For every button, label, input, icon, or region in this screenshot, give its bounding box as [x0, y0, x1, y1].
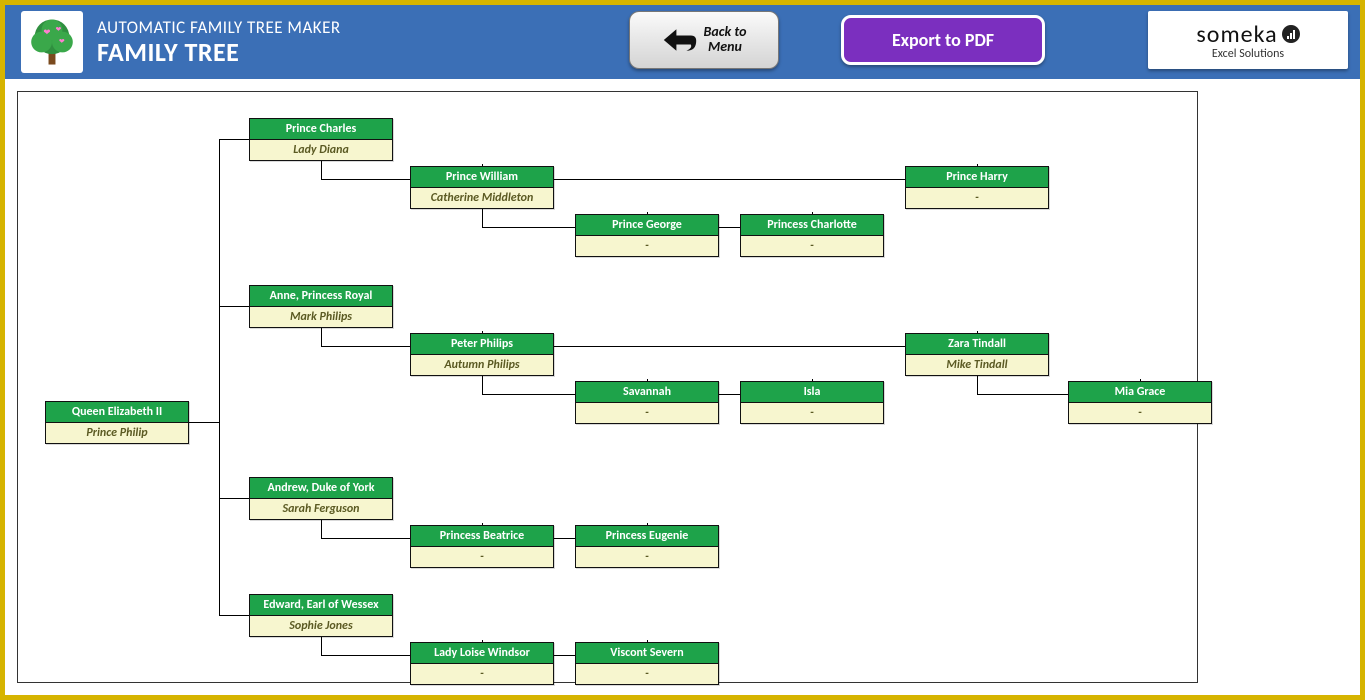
node-primary: Isla — [741, 382, 883, 402]
node-harry[interactable]: Prince Harry - — [905, 166, 1049, 209]
connector — [321, 159, 322, 179]
node-primary: Mia Grace — [1069, 382, 1211, 402]
node-charlotte[interactable]: Princess Charlotte - — [740, 214, 884, 257]
node-edward[interactable]: Edward, Earl of Wessex Sophie Jones — [249, 594, 393, 637]
node-primary: Prince Charles — [250, 119, 392, 139]
connector — [219, 306, 249, 307]
connector — [321, 326, 322, 346]
node-isla[interactable]: Isla - — [740, 381, 884, 424]
back-to-menu-button[interactable]: Back to Menu — [629, 11, 779, 69]
connector — [219, 139, 249, 140]
svg-text:❤: ❤ — [59, 37, 65, 46]
node-secondary: - — [411, 546, 553, 567]
node-anne[interactable]: Anne, Princess Royal Mark Philips — [249, 285, 393, 328]
brand-name-text: someka — [1196, 20, 1277, 49]
node-william[interactable]: Prince William Catherine Middleton — [410, 166, 554, 209]
brand-subtitle: Excel Solutions — [1212, 47, 1284, 61]
node-beatrice[interactable]: Princess Beatrice - — [410, 525, 554, 568]
canvas-wrap: Queen Elizabeth II Prince Philip Prince … — [17, 91, 1348, 683]
export-pdf-button[interactable]: Export to PDF — [841, 15, 1045, 65]
connector — [482, 207, 483, 227]
node-secondary: - — [576, 402, 718, 423]
brand-dot-icon — [1282, 25, 1300, 43]
tree-canvas: Queen Elizabeth II Prince Philip Prince … — [17, 91, 1348, 683]
node-primary: Viscont Severn — [576, 643, 718, 663]
node-viscont[interactable]: Viscont Severn - — [575, 642, 719, 685]
node-root[interactable]: Queen Elizabeth II Prince Philip — [45, 401, 189, 444]
node-primary: Queen Elizabeth II — [46, 402, 188, 422]
connector — [321, 635, 322, 655]
node-primary: Edward, Earl of Wessex — [250, 595, 392, 615]
node-charles[interactable]: Prince Charles Lady Diana — [249, 118, 393, 161]
node-secondary: - — [1069, 402, 1211, 423]
node-secondary: - — [741, 235, 883, 256]
node-secondary: Autumn Philips — [411, 354, 553, 375]
node-peter[interactable]: Peter Philips Autumn Philips — [410, 333, 554, 376]
node-primary: Princess Charlotte — [741, 215, 883, 235]
node-secondary: - — [411, 663, 553, 684]
app-logo-tile: ❤ ❤ ❤ — [21, 11, 83, 73]
node-primary: Zara Tindall — [906, 334, 1048, 354]
node-secondary: - — [576, 663, 718, 684]
brand-logo-tile: someka Excel Solutions — [1148, 11, 1348, 69]
node-primary: Princess Beatrice — [411, 526, 553, 546]
connector — [189, 422, 219, 423]
node-primary: Savannah — [576, 382, 718, 402]
node-secondary: Mark Philips — [250, 306, 392, 327]
export-button-label: Export to PDF — [892, 29, 994, 51]
node-secondary: Lady Diana — [250, 139, 392, 160]
node-secondary: Catherine Middleton — [411, 187, 553, 208]
node-primary: Prince Harry — [906, 167, 1048, 187]
node-primary: Andrew, Duke of York — [250, 478, 392, 498]
header-bar: ❤ ❤ ❤ AUTOMATIC FAMILY TREE MAKER FAMILY… — [5, 5, 1360, 79]
node-secondary: - — [576, 546, 718, 567]
node-savannah[interactable]: Savannah - — [575, 381, 719, 424]
node-secondary: - — [576, 235, 718, 256]
node-eugenie[interactable]: Princess Eugenie - — [575, 525, 719, 568]
brand-name-row: someka — [1196, 20, 1299, 49]
connector — [219, 498, 249, 499]
connector — [482, 374, 483, 394]
node-zara[interactable]: Zara Tindall Mike Tindall — [905, 333, 1049, 376]
node-primary: Peter Philips — [411, 334, 553, 354]
connector — [977, 374, 978, 394]
node-secondary: - — [741, 402, 883, 423]
node-primary: Princess Eugenie — [576, 526, 718, 546]
node-secondary: - — [906, 187, 1048, 208]
back-button-label: Back to Menu — [704, 25, 747, 54]
node-secondary: Sarah Ferguson — [250, 498, 392, 519]
svg-text:❤: ❤ — [43, 28, 51, 38]
svg-text:❤: ❤ — [55, 25, 61, 34]
header-title: FAMILY TREE — [97, 36, 341, 68]
app-frame: ❤ ❤ ❤ AUTOMATIC FAMILY TREE MAKER FAMILY… — [0, 0, 1365, 700]
node-secondary: Sophie Jones — [250, 615, 392, 636]
header-titles: AUTOMATIC FAMILY TREE MAKER FAMILY TREE — [97, 17, 341, 68]
tree-icon: ❤ ❤ ❤ — [26, 16, 78, 68]
node-andrew[interactable]: Andrew, Duke of York Sarah Ferguson — [249, 477, 393, 520]
node-primary: Lady Loise Windsor — [411, 643, 553, 663]
node-primary: Prince William — [411, 167, 553, 187]
node-secondary: Prince Philip — [46, 422, 188, 443]
node-primary: Anne, Princess Royal — [250, 286, 392, 306]
connector — [321, 518, 322, 538]
back-arrow-icon — [662, 25, 698, 55]
connector — [219, 615, 249, 616]
node-loise[interactable]: Lady Loise Windsor - — [410, 642, 554, 685]
header-subtitle: AUTOMATIC FAMILY TREE MAKER — [97, 17, 341, 38]
node-secondary: Mike Tindall — [906, 354, 1048, 375]
node-mia[interactable]: Mia Grace - — [1068, 381, 1212, 424]
node-george[interactable]: Prince George - — [575, 214, 719, 257]
connector — [219, 139, 220, 615]
node-primary: Prince George — [576, 215, 718, 235]
